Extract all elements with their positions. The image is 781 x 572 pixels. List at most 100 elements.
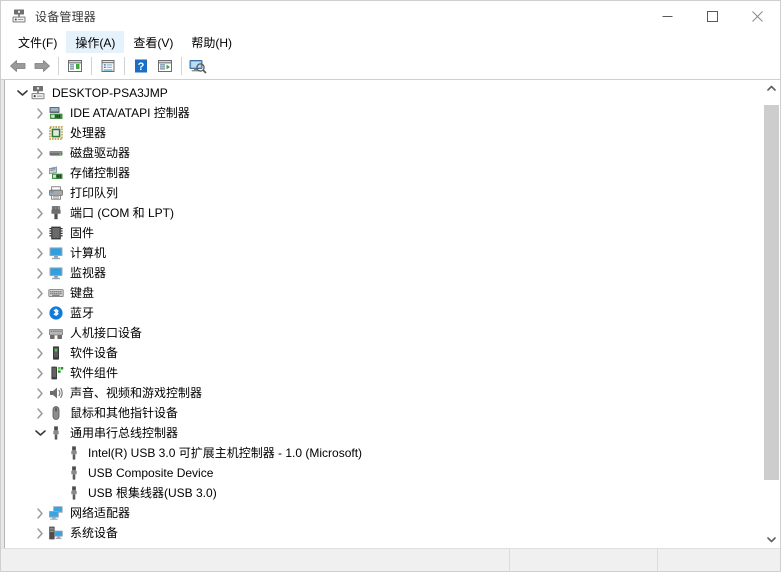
computer-icon xyxy=(48,245,64,261)
device-tree[interactable]: DESKTOP-PSA3JMP IDE ATA/ATAPI 控制器处理器磁盘驱动器… xyxy=(1,80,762,548)
tree-item-label: 处理器 xyxy=(70,126,107,140)
tree-item-label: 磁盘驱动器 xyxy=(70,146,131,160)
port-icon xyxy=(48,205,64,221)
tree-item-label: Intel(R) USB 3.0 可扩展主机控制器 - 1.0 (Microso… xyxy=(88,446,363,460)
chevron-right-icon[interactable] xyxy=(32,223,48,243)
chevron-right-icon[interactable] xyxy=(32,363,48,383)
maximize-button[interactable] xyxy=(690,1,735,31)
chevron-down-icon[interactable] xyxy=(14,83,30,103)
minimize-button[interactable] xyxy=(645,1,690,31)
toolbar-separator xyxy=(58,57,59,75)
chevron-right-icon[interactable] xyxy=(32,383,48,403)
toolbar-separator xyxy=(124,57,125,75)
tree-item[interactable]: 蓝牙 xyxy=(4,303,762,323)
chevron-right-icon[interactable] xyxy=(32,283,48,303)
menu-bar: 文件(F) 操作(A) 查看(V) 帮助(H) xyxy=(1,31,780,53)
computer-root-icon xyxy=(30,85,46,101)
tree-item[interactable]: 软件设备 xyxy=(4,343,762,363)
close-button[interactable] xyxy=(735,1,780,31)
monitor-icon xyxy=(48,265,64,281)
tree-item[interactable]: 人机接口设备 xyxy=(4,323,762,343)
tree-item-label: 蓝牙 xyxy=(70,306,95,320)
tree-item-label: 键盘 xyxy=(70,286,95,300)
tree-item-label: 存储控制器 xyxy=(70,166,131,180)
tree-item[interactable]: IDE ATA/ATAPI 控制器 xyxy=(4,103,762,123)
tree-item[interactable]: 固件 xyxy=(4,223,762,243)
chevron-right-icon[interactable] xyxy=(32,183,48,203)
mouse-icon xyxy=(48,405,64,421)
show-hide-console-tree-button[interactable] xyxy=(63,55,87,77)
tree-item-label: 系统设备 xyxy=(70,526,119,540)
content-area: DESKTOP-PSA3JMP IDE ATA/ATAPI 控制器处理器磁盘驱动器… xyxy=(1,79,780,548)
tree-item-label: 通用串行总线控制器 xyxy=(70,426,179,440)
tree-item[interactable]: 网络适配器 xyxy=(4,503,762,523)
window-title: 设备管理器 xyxy=(35,9,97,24)
scrollbar-track[interactable] xyxy=(763,97,780,531)
scan-hardware-changes-button[interactable] xyxy=(186,55,210,77)
tree-item-label: 人机接口设备 xyxy=(70,326,143,340)
chevron-right-icon[interactable] xyxy=(32,143,48,163)
usb-icon xyxy=(66,485,82,501)
help-button[interactable]: ? xyxy=(129,55,153,77)
tree-item-label: 软件设备 xyxy=(70,346,119,360)
menu-file[interactable]: 文件(F) xyxy=(9,31,66,53)
forward-button[interactable] xyxy=(30,55,54,77)
tree-item[interactable]: USB Composite Device xyxy=(4,463,762,483)
update-driver-button[interactable] xyxy=(153,55,177,77)
tree-item[interactable]: 端口 (COM 和 LPT) xyxy=(4,203,762,223)
usb-icon xyxy=(48,425,64,441)
tree-item[interactable]: 监视器 xyxy=(4,263,762,283)
chevron-right-icon[interactable] xyxy=(32,163,48,183)
tree-item[interactable]: 系统设备 xyxy=(4,523,762,543)
chevron-right-icon[interactable] xyxy=(32,303,48,323)
chevron-right-icon[interactable] xyxy=(32,323,48,343)
tree-item[interactable]: 处理器 xyxy=(4,123,762,143)
chevron-down-icon[interactable] xyxy=(32,423,48,443)
tree-item-label: 端口 (COM 和 LPT) xyxy=(70,206,174,220)
tree-item[interactable]: 键盘 xyxy=(4,283,762,303)
title-bar: 设备管理器 xyxy=(1,1,780,31)
tree-item[interactable]: Intel(R) USB 3.0 可扩展主机控制器 - 1.0 (Microso… xyxy=(4,443,762,463)
scroll-up-arrow-icon[interactable] xyxy=(763,80,780,97)
tree-item[interactable]: 软件组件 xyxy=(4,363,762,383)
tree-item[interactable]: 磁盘驱动器 xyxy=(4,143,762,163)
tree-item[interactable]: 鼠标和其他指针设备 xyxy=(4,403,762,423)
properties-button[interactable] xyxy=(96,55,120,77)
chevron-right-icon[interactable] xyxy=(32,523,48,543)
chevron-right-icon[interactable] xyxy=(32,403,48,423)
vertical-scrollbar[interactable] xyxy=(762,80,780,548)
menu-view[interactable]: 查看(V) xyxy=(124,31,182,53)
tree-item[interactable]: USB 根集线器(USB 3.0) xyxy=(4,483,762,503)
back-button[interactable] xyxy=(6,55,30,77)
tree-item-label: 监视器 xyxy=(70,266,107,280)
tree-item-label: DESKTOP-PSA3JMP xyxy=(52,86,168,100)
chevron-right-icon[interactable] xyxy=(32,263,48,283)
chevron-right-icon[interactable] xyxy=(32,243,48,263)
tree-item-label: 固件 xyxy=(70,226,95,240)
menu-help[interactable]: 帮助(H) xyxy=(182,31,241,53)
tree-item-label: 网络适配器 xyxy=(70,506,131,520)
tree-item[interactable]: 声音、视频和游戏控制器 xyxy=(4,383,762,403)
hid-icon xyxy=(48,325,64,341)
tree-item-label: 软件组件 xyxy=(70,366,119,380)
tree-item[interactable]: 打印队列 xyxy=(4,183,762,203)
chevron-right-icon[interactable] xyxy=(32,503,48,523)
bluetooth-icon xyxy=(48,305,64,321)
tree-item[interactable]: 计算机 xyxy=(4,243,762,263)
tree-item[interactable]: 存储控制器 xyxy=(4,163,762,183)
scroll-down-arrow-icon[interactable] xyxy=(763,531,780,548)
tree-item[interactable]: DESKTOP-PSA3JMP xyxy=(4,83,762,103)
svg-text:?: ? xyxy=(138,61,145,73)
chevron-right-icon[interactable] xyxy=(32,103,48,123)
firmware-icon xyxy=(48,225,64,241)
usb-icon xyxy=(66,445,82,461)
chevron-right-icon[interactable] xyxy=(32,203,48,223)
chevron-right-icon[interactable] xyxy=(32,123,48,143)
chevron-right-icon[interactable] xyxy=(32,343,48,363)
keyboard-icon xyxy=(48,285,64,301)
storage-controller-icon xyxy=(48,165,64,181)
device-manager-window: 设备管理器 文件(F) 操作(A) 查看(V) 帮助(H) ? DESKTOP-… xyxy=(0,0,781,572)
menu-action[interactable]: 操作(A) xyxy=(66,31,125,53)
tree-item[interactable]: 通用串行总线控制器 xyxy=(4,423,762,443)
scrollbar-thumb[interactable] xyxy=(764,105,779,480)
